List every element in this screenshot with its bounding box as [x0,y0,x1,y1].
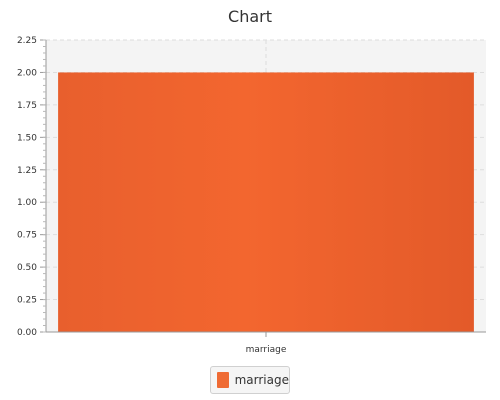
legend: marriage [210,366,290,394]
legend-swatch-marriage [217,372,229,388]
y-axis-ticks: 0.00 0.25 0.50 0.75 1.00 1.25 1.50 1.75 2.00 2.25 [17,36,46,338]
x-axis-ticks: marriage [246,332,287,355]
y-tick-label: 0.75 [17,231,37,241]
y-tick-label: 0.25 [17,296,37,306]
y-tick-label: 1.75 [17,101,37,111]
bars [58,72,474,332]
y-tick-label: 2.25 [17,36,37,46]
y-tick-label: 0.50 [17,263,37,273]
y-tick-label: 1.00 [17,198,37,208]
y-tick-label: 2.00 [17,68,37,78]
legend-label-marriage: marriage [234,373,289,387]
x-tick-label: marriage [246,345,287,355]
chart-title: Chart [228,7,272,26]
y-tick-label: 0.00 [17,328,37,338]
y-tick-label: 1.25 [17,166,37,176]
y-tick-label: 1.50 [17,133,37,143]
bar-marriage [58,72,474,332]
chart: Chart 0.00 0.25 0.50 0.75 1.00 1.25 1.50 1.75 2.… [17,7,486,355]
